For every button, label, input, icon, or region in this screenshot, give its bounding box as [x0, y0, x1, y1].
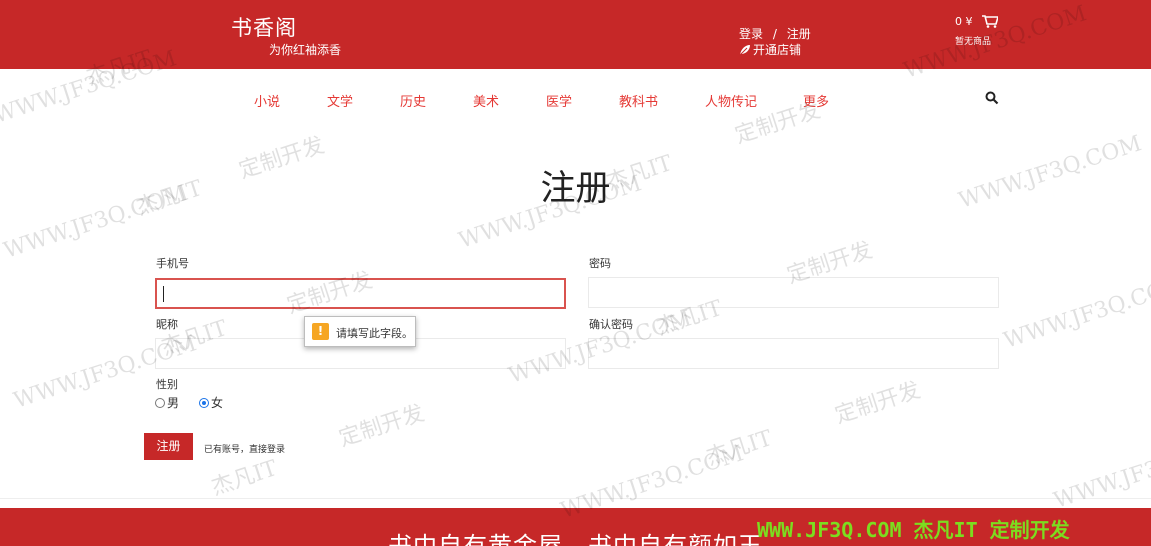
validation-tooltip-text: 请填写此字段。: [336, 327, 413, 340]
divider: [0, 498, 1151, 499]
login-link[interactable]: 登录: [739, 27, 763, 41]
nav-item-novel[interactable]: 小说: [254, 91, 280, 110]
watermark-text: 杰凡IT: [208, 456, 281, 501]
nav-item-history[interactable]: 历史: [400, 91, 426, 110]
auth-separator: /: [772, 27, 777, 41]
leaf-icon: [739, 45, 750, 56]
watermark-text: WWW.JF3Q.COM: [1000, 271, 1151, 354]
nickname-label: 昵称: [156, 318, 178, 331]
watermark-text: 定制开发: [832, 377, 924, 429]
cart-empty-text: 暂无商品: [955, 37, 992, 47]
gender-radio-female[interactable]: 女: [199, 394, 223, 411]
top-header: 书香阁 为你红袖添香 登录 / 注册 开通店铺 0 ¥ 暂无商品: [0, 0, 1151, 69]
nav-item-more[interactable]: 更多: [803, 91, 829, 110]
nav-item-art[interactable]: 美术: [473, 91, 499, 110]
auth-links: 登录 / 注册: [739, 25, 811, 42]
cart-icon: [982, 15, 1000, 28]
watermark-text: WWW.JF3Q.COM: [1050, 431, 1151, 514]
nav-item-medicine[interactable]: 医学: [546, 91, 572, 110]
password-label: 密码: [589, 257, 611, 270]
nav-item-literature[interactable]: 文学: [327, 91, 353, 110]
phone-label: 手机号: [156, 257, 189, 270]
cart-summary[interactable]: 0 ¥: [955, 14, 1000, 28]
radio-unchecked-icon: [155, 398, 165, 408]
cart-amount: 0 ¥: [955, 15, 973, 28]
watermark-text: 杰凡IT: [703, 426, 776, 471]
watermark-text: 定制开发: [336, 400, 428, 452]
confirm-password-label: 确认密码: [589, 318, 633, 331]
radio-checked-icon: [199, 398, 209, 408]
nav-item-biography[interactable]: 人物传记: [705, 91, 757, 110]
gender-male-label: 男: [167, 396, 180, 410]
site-slogan: 为你红袖添香: [269, 43, 342, 57]
confirm-password-input[interactable]: [588, 338, 999, 369]
search-icon[interactable]: [985, 91, 999, 105]
site-logo[interactable]: 书香阁: [231, 12, 297, 42]
register-link[interactable]: 注册: [787, 27, 811, 41]
register-submit-button[interactable]: 注册: [144, 433, 193, 460]
watermark-banner: WWW.JF3Q.COM 杰凡IT 定制开发: [757, 518, 1070, 542]
text-caret: [163, 286, 164, 302]
category-nav: 小说 文学 历史 美术 医学 教科书 人物传记 更多: [0, 69, 1151, 131]
open-shop-label: 开通店铺: [753, 43, 802, 57]
gender-radio-male[interactable]: 男: [155, 394, 179, 411]
existing-account-login-link[interactable]: 已有账号，直接登录: [204, 442, 285, 455]
gender-label: 性别: [156, 378, 178, 391]
nav-item-textbook[interactable]: 教科书: [619, 91, 658, 110]
validation-tooltip: ! 请填写此字段。: [304, 316, 416, 347]
warning-icon: !: [312, 323, 329, 340]
password-input[interactable]: [588, 277, 999, 308]
phone-input[interactable]: [155, 278, 566, 309]
open-shop-link[interactable]: 开通店铺: [739, 41, 801, 58]
gender-female-label: 女: [211, 396, 224, 410]
page-title: 注册: [540, 169, 611, 209]
